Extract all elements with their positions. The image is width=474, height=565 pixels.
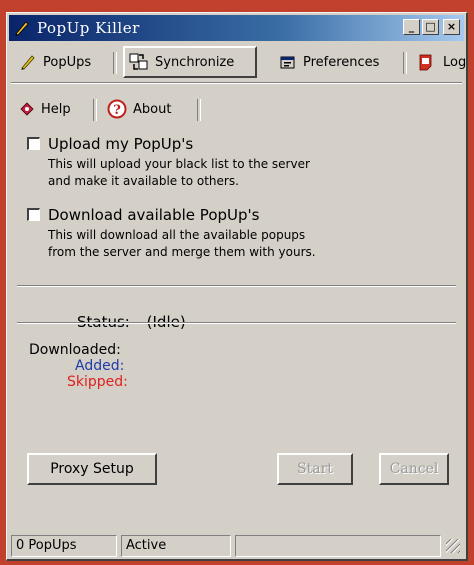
maximize-button[interactable]: □	[422, 19, 439, 35]
popup-killer-window: PopUp Killer _ □ × PopUps Synchronize Pr…	[6, 12, 468, 561]
statusbar-state: Active	[121, 535, 231, 557]
help-icon	[20, 102, 34, 116]
tab-popups[interactable]: PopUps	[15, 48, 117, 76]
resize-grip[interactable]	[446, 539, 460, 553]
tab-about[interactable]: ? About	[103, 95, 201, 123]
window-title: PopUp Killer	[37, 19, 140, 37]
start-button[interactable]: Start	[277, 453, 353, 485]
tab-row-1: PopUps Synchronize Preferences Log	[11, 46, 474, 78]
upload-description-line2: and make it available to others.	[48, 174, 239, 188]
tab-row-2: Help ? About	[11, 93, 211, 125]
tab-label-preferences: Preferences	[303, 54, 380, 70]
tab-divider	[11, 82, 462, 84]
preferences-icon	[280, 56, 295, 69]
download-description-line2: from the server and merge them with your…	[48, 245, 316, 259]
upload-label[interactable]: Upload my PopUp's	[48, 135, 310, 153]
tab-preferences[interactable]: Preferences	[275, 48, 407, 76]
pencil-icon	[21, 55, 35, 70]
about-icon: ?	[107, 99, 127, 119]
statusbar-popup-count: 0 PopUps	[11, 535, 117, 557]
added-label: Added:	[75, 358, 125, 374]
pencil-app-icon	[15, 21, 29, 36]
tab-label-synchronize: Synchronize	[155, 54, 235, 70]
skipped-label: Skipped:	[67, 374, 128, 390]
log-icon	[419, 54, 432, 71]
download-label[interactable]: Download available PopUp's	[48, 206, 316, 224]
downloaded-label: Downloaded:	[29, 342, 121, 358]
tab-help[interactable]: Help	[15, 95, 97, 123]
proxy-setup-button[interactable]: Proxy Setup	[27, 453, 157, 485]
tab-log[interactable]: Log	[413, 48, 474, 76]
tab-label-about: About	[133, 101, 172, 117]
svg-text:?: ?	[113, 103, 121, 118]
download-checkbox[interactable]	[27, 208, 40, 221]
divider-bottom	[17, 322, 456, 324]
minimize-button[interactable]: _	[403, 19, 420, 35]
download-description-line1: This will download all the available pop…	[48, 228, 306, 242]
statusbar-empty-panel	[235, 535, 441, 557]
divider-top	[17, 285, 456, 287]
title-bar[interactable]: PopUp Killer _ □ ×	[9, 15, 464, 41]
status-bar: 0 PopUps Active	[9, 535, 464, 557]
close-button[interactable]: ×	[443, 19, 460, 35]
tab-label-log: Log	[443, 54, 467, 70]
tab-label-popups: PopUps	[43, 54, 92, 70]
tab-synchronize[interactable]: Synchronize	[123, 46, 257, 78]
cancel-button[interactable]: Cancel	[379, 453, 449, 485]
upload-checkbox[interactable]	[27, 137, 40, 150]
sync-icon	[129, 53, 148, 70]
tab-label-help: Help	[41, 101, 71, 117]
upload-option: Upload my PopUp's This will upload your …	[27, 135, 310, 190]
download-option: Download available PopUp's This will dow…	[27, 206, 316, 261]
upload-description-line1: This will upload your black list to the …	[48, 157, 310, 171]
